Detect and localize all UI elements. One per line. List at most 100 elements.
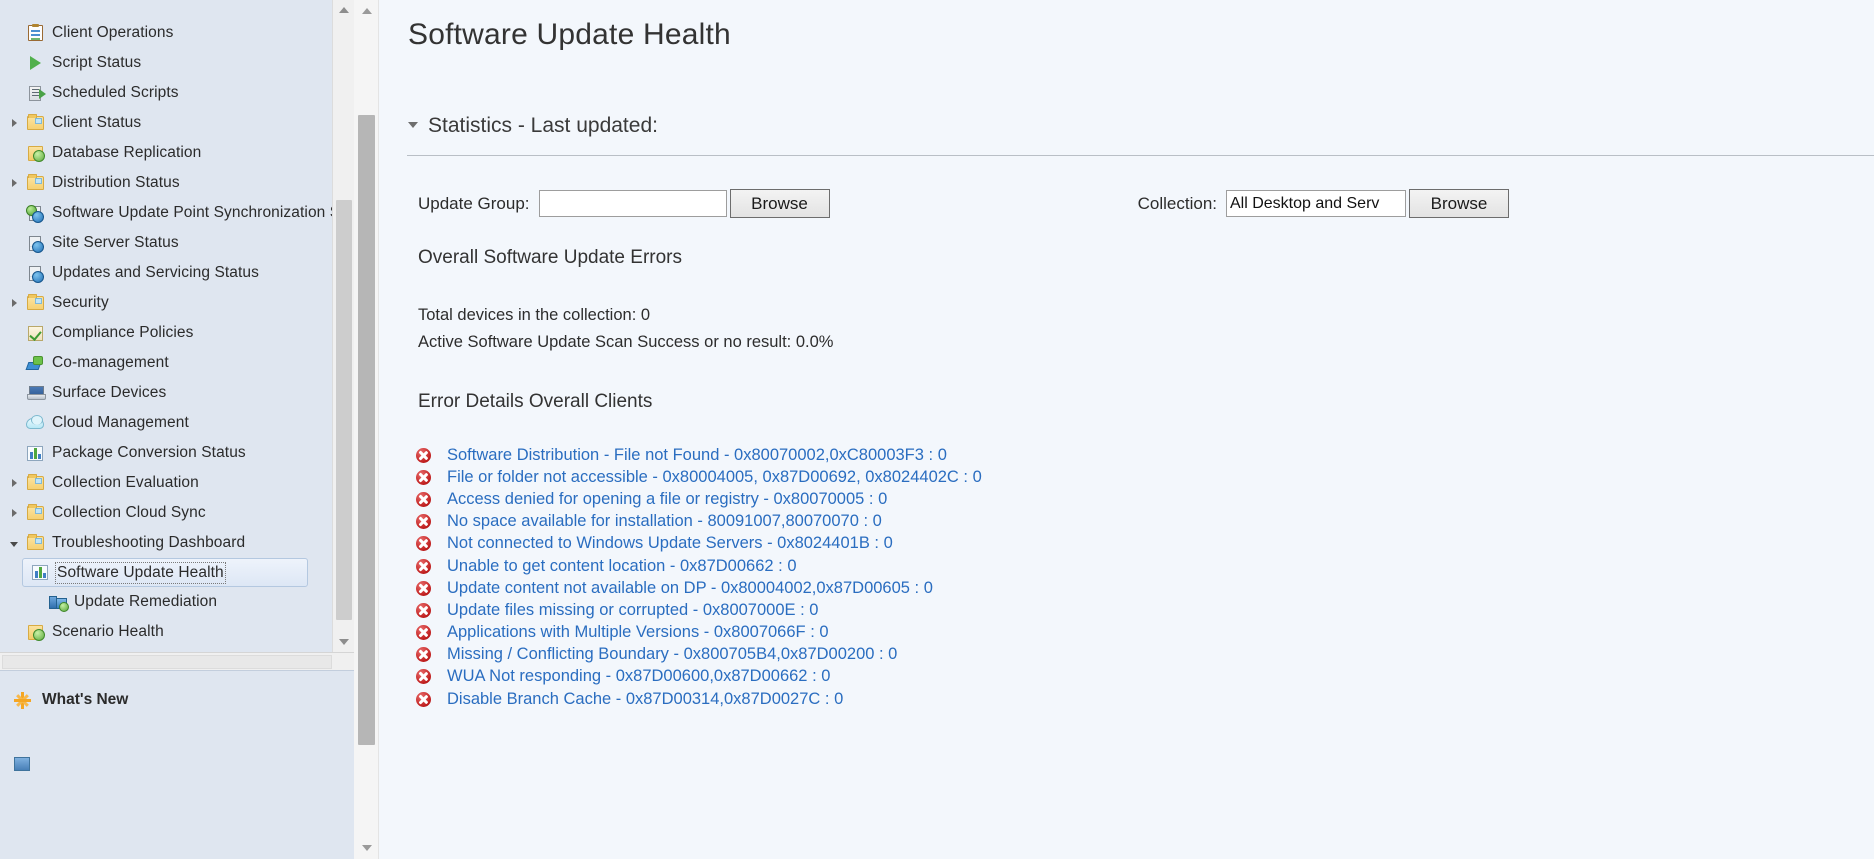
update-group-input[interactable] <box>538 190 727 217</box>
error-link[interactable]: No space available for installation - 80… <box>447 512 882 531</box>
error-list-item[interactable]: Not connected to Windows Update Servers … <box>416 533 1874 555</box>
collapse-triangle-icon[interactable] <box>408 122 418 128</box>
error-list-item[interactable]: Disable Branch Cache - 0x87D00314,0x87D0… <box>416 688 1874 710</box>
sidebar-vertical-scrollbar[interactable] <box>332 0 354 652</box>
sidebar-item-label: Software Update Health <box>55 561 226 584</box>
error-badge-icon <box>416 647 431 663</box>
statistics-section-label: Statistics - Last updated: <box>428 114 658 137</box>
laptop-icon <box>24 383 46 403</box>
statistic-line: Active Software Update Scan Success or n… <box>418 333 834 351</box>
sidebar-item-collection-evaluation[interactable]: Collection Evaluation <box>0 468 332 498</box>
sidebar-item-database-replication[interactable]: Database Replication <box>0 138 332 168</box>
error-link[interactable]: Software Distribution - File not Found -… <box>447 446 947 465</box>
navigation-tree[interactable]: Client Operations Script Status Scheduled … <box>0 0 332 652</box>
error-list-item[interactable]: WUA Not responding - 0x87D00600,0x87D006… <box>416 666 1874 688</box>
sidebar-item-label: What's New <box>42 691 129 708</box>
scroll-down-arrow-icon[interactable] <box>333 632 354 652</box>
sidebar-item-partial[interactable] <box>0 747 354 781</box>
sidebar-item-label: Database Replication <box>52 144 202 161</box>
error-badge-icon <box>416 691 431 707</box>
error-link[interactable]: Update files missing or corrupted - 0x80… <box>447 601 818 620</box>
error-list-item[interactable]: Unable to get content location - 0x87D00… <box>416 555 1874 577</box>
folder-icon <box>24 503 46 523</box>
sidebar-item-security[interactable]: Security <box>0 288 332 318</box>
error-link[interactable]: Applications with Multiple Versions - 0x… <box>447 623 829 642</box>
sidebar-item-surface-devices[interactable]: Surface Devices <box>0 378 332 408</box>
assets-icon <box>10 757 34 771</box>
main-scroll-thumb[interactable] <box>358 115 375 745</box>
error-list-item[interactable]: Update files missing or corrupted - 0x80… <box>416 599 1874 621</box>
sidebar-hscroll-thumb[interactable] <box>2 655 332 669</box>
sidebar-item-cloud-management[interactable]: Cloud Management <box>0 408 332 438</box>
sidebar-item-scenario-health[interactable]: Scenario Health <box>0 617 332 647</box>
error-list: Software Distribution - File not Found -… <box>407 444 1874 710</box>
statistics-section-header[interactable]: Statistics - Last updated: <box>407 114 1874 138</box>
error-badge-icon <box>416 669 431 685</box>
sidebar-item-label: Collection Cloud Sync <box>52 504 206 521</box>
main-scroll-down-arrow-icon[interactable] <box>354 837 379 859</box>
collection-input[interactable] <box>1226 190 1406 217</box>
error-list-item[interactable]: No space available for installation - 80… <box>416 511 1874 533</box>
error-link[interactable]: Not connected to Windows Update Servers … <box>447 534 893 553</box>
sidebar-item-collection-cloud-sync[interactable]: Collection Cloud Sync <box>0 498 332 528</box>
server-info-icon <box>24 263 46 283</box>
server-info-icon <box>24 233 46 253</box>
sidebar-item-updates-and-servicing-status[interactable]: Updates and Servicing Status <box>0 258 332 288</box>
chevron-right-icon[interactable] <box>4 119 24 127</box>
sidebar-item-client-status[interactable]: Client Status <box>0 108 332 138</box>
sidebar-item-compliance-policies[interactable]: Compliance Policies <box>0 318 332 348</box>
sidebar-item-site-server-status[interactable]: Site Server Status <box>0 228 332 258</box>
sidebar-horizontal-scrollbar[interactable] <box>0 652 354 670</box>
error-list-item[interactable]: Access denied for opening a file or regi… <box>416 488 1874 510</box>
sidebar-item-troubleshooting-dashboard[interactable]: Troubleshooting Dashboard <box>0 528 332 558</box>
chevron-right-icon[interactable] <box>4 179 24 187</box>
error-list-item[interactable]: File or folder not accessible - 0x800040… <box>416 466 1874 488</box>
collection-browse-button[interactable]: Browse <box>1409 189 1509 218</box>
main-scroll-up-arrow-icon[interactable] <box>354 0 379 22</box>
sidebar-scroll-thumb[interactable] <box>336 200 352 620</box>
error-list-item[interactable]: Software Distribution - File not Found -… <box>416 444 1874 466</box>
sidebar-item-update-remediation[interactable]: Update Remediation <box>0 587 332 617</box>
sidebar-item-client-operations[interactable]: Client Operations <box>0 18 332 48</box>
sidebar-item-software-update-health[interactable]: Software Update Health <box>22 558 308 587</box>
scroll-up-arrow-icon[interactable] <box>333 0 354 20</box>
error-list-item[interactable]: Applications with Multiple Versions - 0x… <box>416 622 1874 644</box>
collection-label: Collection: <box>1137 193 1217 213</box>
collection-field-group: Collection: Browse <box>1138 189 1874 218</box>
chevron-right-icon[interactable] <box>4 479 24 487</box>
error-link[interactable]: File or folder not accessible - 0x800040… <box>447 468 982 487</box>
error-badge-icon <box>416 580 431 596</box>
sidebar-item-label: Update Remediation <box>74 593 218 610</box>
error-link[interactable]: Access denied for opening a file or regi… <box>447 490 887 509</box>
play-icon <box>24 53 46 73</box>
error-link[interactable]: Unable to get content location - 0x87D00… <box>447 557 797 576</box>
sidebar-item-software-update-point-synchronization-sta[interactable]: Software Update Point Synchronization St… <box>0 198 332 228</box>
error-list-item[interactable]: Update content not available on DP - 0x8… <box>416 577 1874 599</box>
error-link[interactable]: Update content not available on DP - 0x8… <box>447 579 933 598</box>
sidebar-item-label: Compliance Policies <box>52 324 194 341</box>
error-badge-icon <box>416 491 431 507</box>
error-list-item[interactable]: Missing / Conflicting Boundary - 0x80070… <box>416 644 1874 666</box>
chevron-right-icon[interactable] <box>4 299 24 307</box>
sidebar-item-co-management[interactable]: Co-management <box>0 348 332 378</box>
folder-icon <box>24 113 46 133</box>
sidebar-item-whats-new[interactable]: What's New <box>0 683 354 717</box>
sidebar-item-label: Package Conversion Status <box>52 444 246 461</box>
bar-chart-icon <box>24 443 46 463</box>
error-link[interactable]: Disable Branch Cache - 0x87D00314,0x87D0… <box>447 690 843 709</box>
chevron-down-icon[interactable] <box>4 540 24 547</box>
update-group-label: Update Group: <box>418 193 530 213</box>
sidebar-item-package-conversion-status[interactable]: Package Conversion Status <box>0 438 332 468</box>
chevron-right-icon[interactable] <box>4 509 24 517</box>
main-vertical-scrollbar[interactable] <box>354 0 379 859</box>
sidebar-item-scheduled-scripts[interactable]: Scheduled Scripts <box>0 78 332 108</box>
sidebar-item-distribution-status[interactable]: Distribution Status <box>0 168 332 198</box>
error-badge-icon <box>416 602 431 618</box>
update-group-browse-button[interactable]: Browse <box>729 189 830 218</box>
cloud-icon <box>24 413 46 433</box>
statistics-block: Total devices in the collection: 0 Active… <box>407 306 1874 352</box>
error-link[interactable]: Missing / Conflicting Boundary - 0x80070… <box>447 645 897 664</box>
error-badge-icon <box>416 558 431 574</box>
sidebar-item-script-status[interactable]: Script Status <box>0 48 332 78</box>
error-link[interactable]: WUA Not responding - 0x87D00600,0x87D006… <box>447 667 830 686</box>
